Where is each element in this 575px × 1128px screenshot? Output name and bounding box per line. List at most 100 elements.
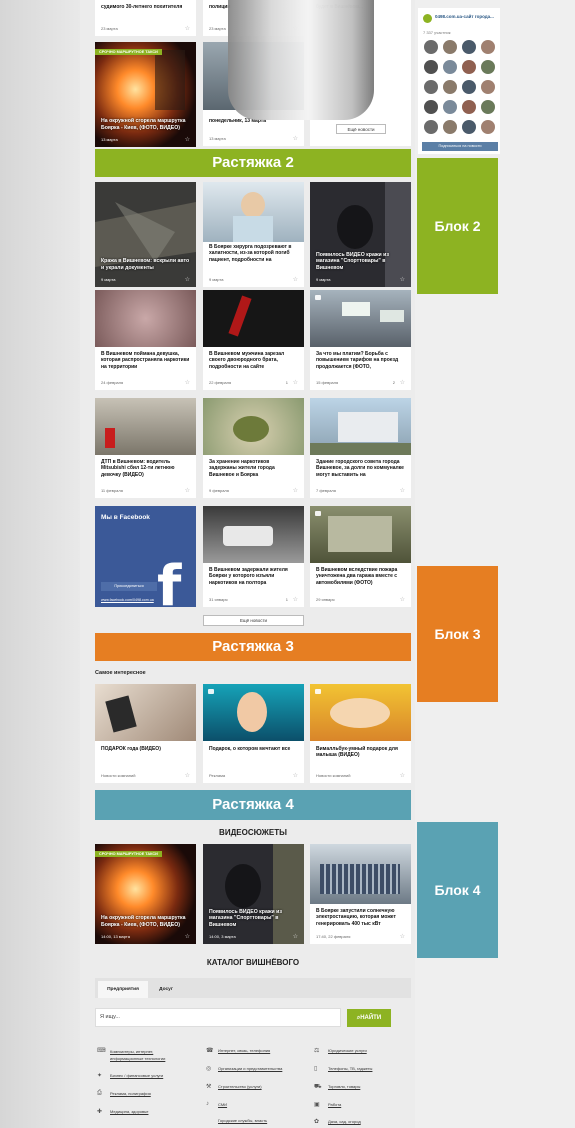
promo-title: ПОДАРОК года (ВИДЕО): [101, 746, 161, 752]
news-date: 29 января: [316, 597, 335, 602]
more-news-button[interactable]: Ещё новости: [336, 124, 386, 134]
star-icon[interactable]: ☆: [400, 487, 405, 494]
promo-card[interactable]: Вималльбук-умный подарок для малыша (ВИД…: [310, 684, 411, 783]
vk-member-avatar[interactable]: [424, 120, 438, 134]
catalog-link[interactable]: Бизнес / финансовые услуги: [110, 1073, 163, 1078]
promo-card[interactable]: ПОДАРОК года (ВИДЕО) Новости компаний ☆: [95, 684, 196, 783]
banner-4[interactable]: Растяжка 4: [95, 790, 411, 820]
star-icon[interactable]: ☆: [185, 25, 190, 32]
news-card[interactable]: судимого 30-летнего похитителя 23 марта …: [95, 0, 196, 36]
news-photo: [203, 182, 304, 242]
video-card[interactable]: В Боярке запустили солнечную электростан…: [310, 844, 411, 944]
news-card[interactable]: Появилось ВИДЕО кражи из магазина "Спорт…: [310, 182, 411, 287]
vk-member-avatar[interactable]: [462, 60, 476, 74]
vk-member-avatar[interactable]: [443, 120, 457, 134]
news-card[interactable]: Кража в Вишневом: вскрыли авто и украли …: [95, 182, 196, 287]
catalog-link[interactable]: Торговля, товары: [328, 1084, 360, 1089]
star-icon[interactable]: ☆: [185, 487, 190, 494]
video-card[interactable]: СРОЧНО МАРШРУТНОЕ ТАКСИ На окружной сгор…: [95, 844, 196, 944]
video-thumbnail: [95, 844, 196, 944]
vk-member-avatar[interactable]: [424, 40, 438, 54]
star-icon[interactable]: ☆: [293, 487, 298, 494]
vk-member-avatar[interactable]: [443, 60, 457, 74]
catalog-link[interactable]: Интернет, связь, телефония: [218, 1048, 270, 1053]
star-icon[interactable]: ☆: [400, 596, 405, 603]
news-card[interactable]: В Вишневом поймана девушка, которая расп…: [95, 290, 196, 390]
promo-title: Подарок, о котором мечтают все: [209, 746, 291, 752]
star-icon[interactable]: ☆: [185, 136, 190, 143]
vk-member-avatar[interactable]: [462, 100, 476, 114]
news-card[interactable]: Здание городского совета города Вишневое…: [310, 398, 411, 498]
news-card[interactable]: В Вишневом задержали жителя Боярки у кот…: [203, 506, 304, 607]
catalog-link[interactable]: Работа: [328, 1102, 341, 1107]
star-icon[interactable]: ☆: [293, 933, 298, 940]
facebook-join-button[interactable]: Присоединиться: [101, 582, 157, 591]
banner-2[interactable]: Растяжка 2: [95, 149, 411, 177]
news-card[interactable]: За хранение наркотиков задержаны жители …: [203, 398, 304, 498]
vk-member-avatar[interactable]: [481, 120, 495, 134]
handshake-icon: ✦: [97, 1073, 103, 1079]
news-card[interactable]: ДТП в Вишневом: водитель Mitsubishi сбил…: [95, 398, 196, 498]
star-icon[interactable]: ☆: [293, 379, 298, 386]
vk-subscribe-button[interactable]: Подписаться на новости: [422, 142, 498, 151]
catalog-search-button[interactable]: ⌕НАЙТИ: [347, 1009, 391, 1027]
vk-member-avatar[interactable]: [443, 100, 457, 114]
catalog-search-input[interactable]: Я ищу...: [95, 1008, 341, 1027]
vk-member-avatar[interactable]: [424, 80, 438, 94]
catalog-link[interactable]: Юридические услуги: [328, 1048, 367, 1053]
vk-member-avatar[interactable]: [462, 80, 476, 94]
video-card[interactable]: Появилось ВИДЕО кражи из магазина "Спорт…: [203, 844, 304, 944]
tab-leisure[interactable]: Досуг: [153, 981, 179, 998]
vk-member-avatar[interactable]: [462, 40, 476, 54]
facebook-link[interactable]: www.facebook.com/0498.com.ua: [101, 598, 154, 602]
star-icon[interactable]: ☆: [400, 379, 405, 386]
star-icon[interactable]: ☆: [400, 933, 405, 940]
person-figure: [105, 428, 115, 448]
vk-member-avatar[interactable]: [424, 60, 438, 74]
vk-member-avatar[interactable]: [424, 100, 438, 114]
star-icon[interactable]: ☆: [400, 772, 405, 779]
ad-block-3[interactable]: Блок 3: [417, 566, 498, 702]
catalog-link[interactable]: Телефоны, ТВ, гаджеты: [328, 1066, 372, 1071]
star-icon[interactable]: ☆: [293, 772, 298, 779]
star-icon[interactable]: ☆: [185, 276, 190, 283]
vk-member-avatar[interactable]: [443, 40, 457, 54]
promo-card[interactable]: Подарок, о котором мечтают все Реклама ☆: [203, 684, 304, 783]
ad-block-label: Блок 4: [434, 882, 481, 898]
promo-photo: [203, 684, 304, 741]
catalog-link[interactable]: Городские службы, власть: [218, 1118, 267, 1123]
news-card[interactable]: В Боярке хирурга подозревают в халатност…: [203, 182, 304, 287]
catalog-link[interactable]: Компьютеры, интернет, информационные тех…: [110, 1048, 182, 1062]
media-icon: ♪: [206, 1101, 209, 1107]
catalog-link[interactable]: СМИ: [218, 1102, 227, 1107]
star-icon[interactable]: ☆: [185, 933, 190, 940]
star-icon[interactable]: ☆: [400, 276, 405, 283]
star-icon[interactable]: ☆: [185, 772, 190, 779]
vk-member-avatar[interactable]: [481, 60, 495, 74]
banner-3[interactable]: Растяжка 3: [95, 633, 411, 661]
vk-member-avatar[interactable]: [462, 120, 476, 134]
news-card[interactable]: В Вишневом вследствие пожара уничтожена …: [310, 506, 411, 607]
ad-block-2[interactable]: Блок 2: [417, 158, 498, 294]
catalog-link[interactable]: Строительство (услуги): [218, 1084, 262, 1089]
star-icon[interactable]: ☆: [293, 276, 298, 283]
catalog-link[interactable]: Реклама, полиграфия: [110, 1091, 151, 1096]
tab-enterprises[interactable]: Предприятия: [98, 981, 148, 998]
featured-news-card[interactable]: СРОЧНО МАРШРУТНОЕ ТАКСИ На окружной сгор…: [95, 42, 196, 147]
news-card[interactable]: За что мы платим? Борьба с повышением та…: [310, 290, 411, 390]
vk-member-avatar[interactable]: [481, 80, 495, 94]
vk-member-avatar[interactable]: [481, 40, 495, 54]
star-icon[interactable]: ☆: [185, 379, 190, 386]
news-card[interactable]: В Вишневом мужчина зарезал своего двоюро…: [203, 290, 304, 390]
more-news-button[interactable]: Ещё новости: [203, 615, 304, 626]
star-icon[interactable]: ☆: [293, 135, 298, 142]
vk-member-avatar[interactable]: [443, 80, 457, 94]
vk-group-title[interactable]: 0498.com.ua-сайт города...: [435, 14, 494, 19]
catalog-link[interactable]: Дача, сад, огород: [328, 1119, 361, 1124]
vk-member-avatar[interactable]: [481, 100, 495, 114]
facebook-widget[interactable]: Мы в Facebook f Присоединиться www.faceb…: [95, 506, 196, 615]
catalog-link[interactable]: Медицина, здоровье: [110, 1109, 148, 1114]
ad-block-4[interactable]: Блок 4: [417, 822, 498, 958]
star-icon[interactable]: ☆: [293, 596, 298, 603]
catalog-link[interactable]: Организации и представительства: [218, 1066, 282, 1071]
